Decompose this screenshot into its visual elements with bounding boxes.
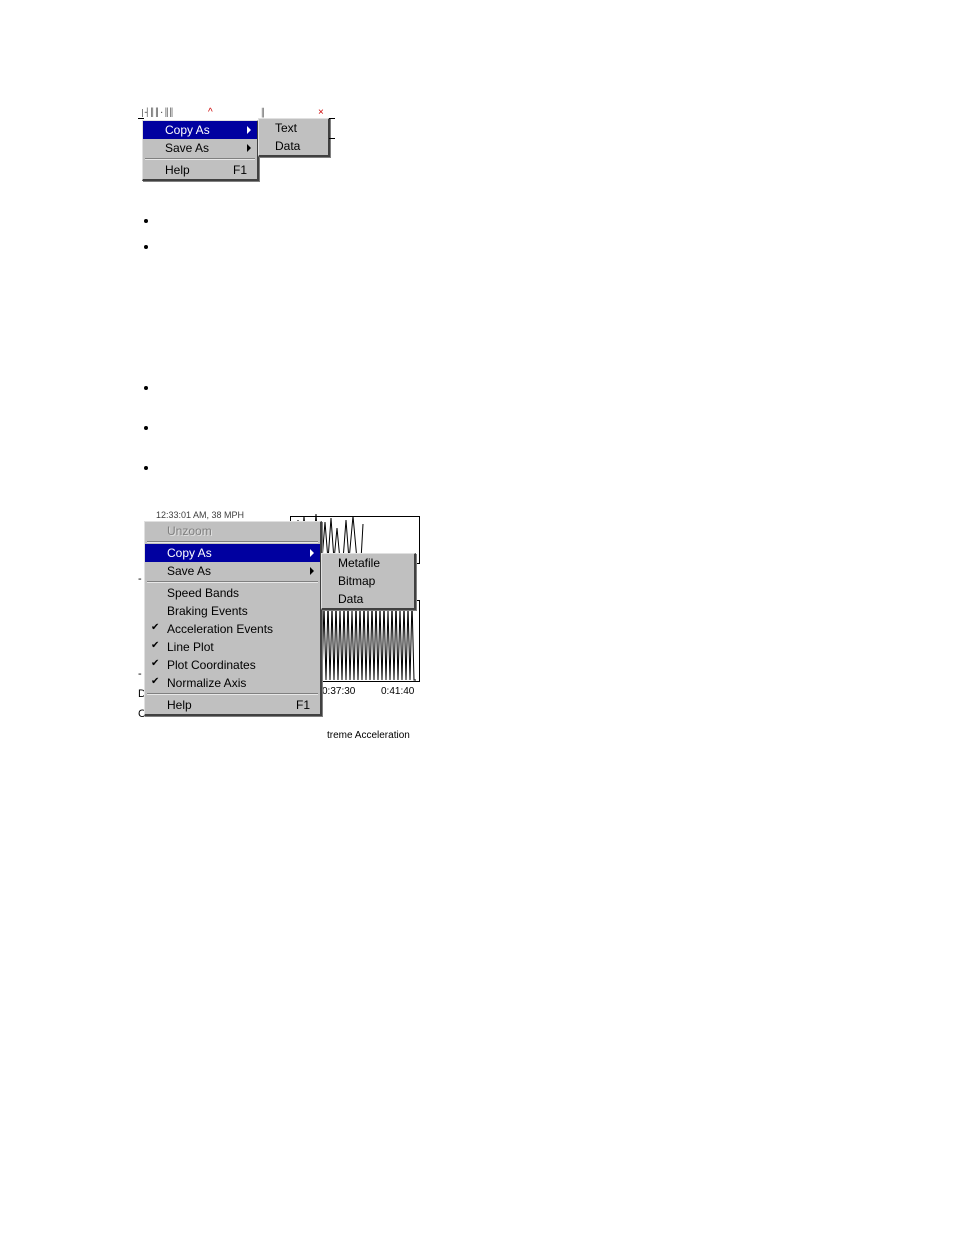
submenu-item-data-2[interactable]: Data [322, 590, 414, 608]
legend-fragment: treme Acceleration [327, 730, 410, 741]
submenu-arrow-icon [310, 549, 314, 557]
menu-separator [145, 158, 255, 160]
submenu-item-bitmap[interactable]: Bitmap [322, 572, 414, 590]
menu-label: Save As [165, 141, 239, 155]
tick-mark [329, 118, 335, 119]
menu-label: Help [165, 163, 213, 177]
ruler-fragment: |┤║║·║║ [140, 108, 174, 117]
menu-label: Normalize Axis [167, 676, 314, 690]
submenu-item-text[interactable]: Text [259, 119, 328, 137]
menu-item-normalize-axis[interactable]: ✔ Normalize Axis [145, 674, 320, 692]
bullet-list-1 [158, 213, 161, 265]
bullet-item [158, 460, 161, 474]
menu-item-acceleration-events[interactable]: ✔ Acceleration Events [145, 620, 320, 638]
menu-label: Metafile [338, 556, 408, 570]
bullet-item [158, 380, 161, 394]
menu-item-help-2[interactable]: Help F1 [145, 696, 320, 714]
context-menu-2: Unzoom Copy As Save As Speed Bands Braki… [144, 521, 322, 716]
menu-item-plot-coordinates[interactable]: ✔ Plot Coordinates [145, 656, 320, 674]
menu-shortcut: F1 [296, 698, 310, 712]
menu-label: Copy As [165, 123, 239, 137]
menu-label: Line Plot [167, 640, 314, 654]
menu-separator [147, 693, 318, 695]
submenu-2: Metafile Bitmap Data [321, 553, 416, 610]
chart-spikes-bottom [322, 600, 422, 682]
menu-label: Save As [167, 564, 302, 578]
bullet-item [158, 239, 161, 253]
bullet-item [158, 213, 161, 227]
bullet-list-2 [158, 380, 161, 500]
menu-item-braking-events[interactable]: Braking Events [145, 602, 320, 620]
menu-item-copy-as-2[interactable]: Copy As [145, 544, 320, 562]
tick-mark [329, 138, 335, 139]
menu-label: Braking Events [167, 604, 314, 618]
menu-item-save-as-1[interactable]: Save As [143, 139, 257, 157]
menu-label: Acceleration Events [167, 622, 314, 636]
check-icon: ✔ [151, 641, 161, 651]
menu-label: Data [275, 139, 322, 153]
menu-item-help-1[interactable]: Help F1 [143, 161, 257, 179]
context-menu-1: Copy As Save As Help F1 [142, 120, 259, 181]
check-icon: ✔ [151, 623, 161, 633]
menu-item-save-as-2[interactable]: Save As [145, 562, 320, 580]
red-mark: ^ [208, 107, 213, 118]
check-icon: ✔ [151, 659, 161, 669]
tick-mark [138, 118, 144, 119]
menu-separator [147, 581, 318, 583]
menu-item-unzoom[interactable]: Unzoom [145, 522, 320, 540]
submenu-item-metafile[interactable]: Metafile [322, 554, 414, 572]
menu-label: Help [167, 698, 276, 712]
chart-title-fragment: 12:33:01 AM, 38 MPH [156, 510, 244, 520]
submenu-1: Text Data [258, 118, 330, 157]
check-icon: ✔ [151, 677, 161, 687]
x-axis-tick-1: 0:37:30 [322, 686, 355, 697]
bullet-item [158, 420, 161, 434]
edge-mark: - [138, 668, 142, 680]
x-axis-tick-2: 0:41:40 [381, 686, 414, 697]
menu-label: Copy As [167, 546, 302, 560]
menu-label: Speed Bands [167, 586, 314, 600]
ruler-fragment: ║ [260, 108, 266, 117]
submenu-arrow-icon [247, 126, 251, 134]
menu-label: Plot Coordinates [167, 658, 314, 672]
submenu-item-data-1[interactable]: Data [259, 137, 328, 155]
menu-item-line-plot[interactable]: ✔ Line Plot [145, 638, 320, 656]
menu-separator [147, 541, 318, 543]
submenu-arrow-icon [310, 567, 314, 575]
menu-shortcut: F1 [233, 163, 247, 177]
menu-label: Unzoom [167, 524, 314, 538]
menu-label: Bitmap [338, 574, 408, 588]
edge-mark: - [138, 573, 142, 585]
menu-label: Text [275, 121, 322, 135]
red-mark: × [318, 107, 324, 118]
menu-item-speed-bands[interactable]: Speed Bands [145, 584, 320, 602]
submenu-arrow-icon [247, 144, 251, 152]
menu-label: Data [338, 592, 408, 606]
menu-item-copy-as-1[interactable]: Copy As [143, 121, 257, 139]
